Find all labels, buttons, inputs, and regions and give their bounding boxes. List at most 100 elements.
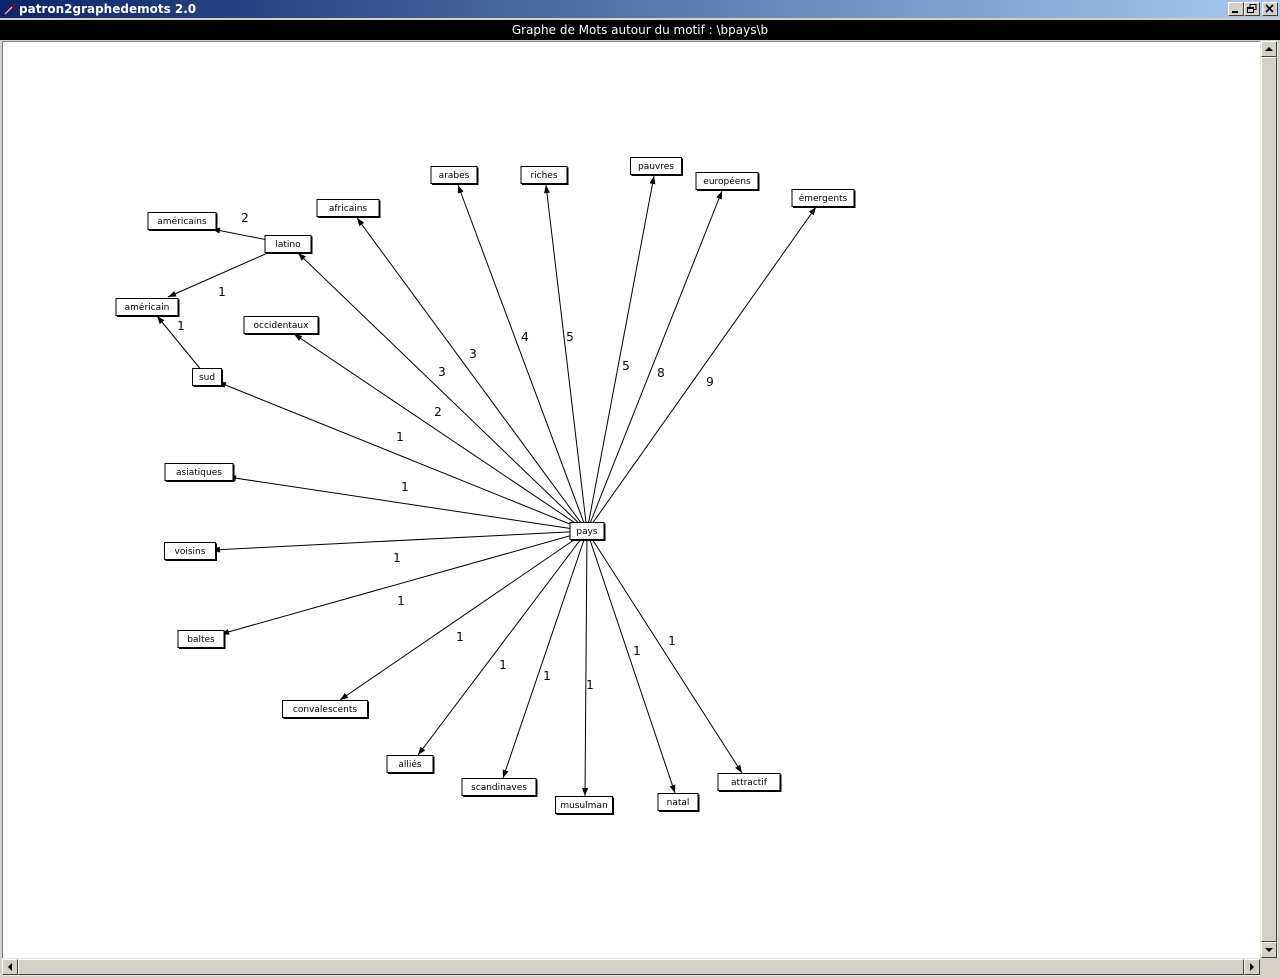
arrowhead-pays-musulman xyxy=(582,787,589,796)
edge-weight-label: 1 xyxy=(397,594,405,608)
arrow-up-icon xyxy=(1265,47,1273,51)
node-attractif[interactable]: attractif xyxy=(717,773,782,792)
node-label: baltes xyxy=(187,635,215,645)
arrowhead-pays-africains xyxy=(357,218,365,227)
node-convalescents[interactable]: convalescents xyxy=(282,700,369,719)
vertical-scrollbar[interactable] xyxy=(1260,41,1278,958)
node-label: natal xyxy=(667,798,690,808)
node-label: riches xyxy=(530,171,557,181)
edge-pays-musulman xyxy=(584,530,588,797)
arrowhead-pays-alliés xyxy=(418,746,426,755)
edge-weight-label: 2 xyxy=(434,405,442,419)
window-titlebar[interactable]: patron2graphedemots 2.0 xyxy=(0,0,1280,18)
edge-weight-label: 1 xyxy=(177,319,185,333)
edge-pays-occidentaux xyxy=(293,333,588,532)
close-button[interactable] xyxy=(1262,2,1278,16)
node-pauvres[interactable]: pauvres xyxy=(630,157,683,176)
edge-weight-label: 5 xyxy=(566,330,574,344)
node-riches[interactable]: riches xyxy=(520,166,569,185)
node-scandinaves[interactable]: scandinaves xyxy=(461,778,538,797)
edge-weight-label: 3 xyxy=(438,365,446,379)
word-graph[interactable]: 3 3 4 5 5 8 9 2 1 1 1 1 1 1 1 1 1 1 2 1 1 pays latino sud améric… xyxy=(3,42,1260,959)
scroll-left-button[interactable] xyxy=(2,959,18,975)
node-label: occidentaux xyxy=(254,321,310,331)
node-américains[interactable]: américains xyxy=(147,212,218,231)
node-label: scandinaves xyxy=(471,783,527,793)
edge-pays-scandinaves xyxy=(502,530,588,779)
horizontal-scroll-thumb[interactable] xyxy=(18,959,1244,975)
arrowhead-pays-scandinaves xyxy=(502,769,509,778)
node-latino[interactable]: latino xyxy=(264,235,313,254)
edge-weight-label: 1 xyxy=(668,634,676,648)
scroll-right-button[interactable] xyxy=(1244,959,1260,975)
edge-weight-label: 2 xyxy=(241,211,249,225)
node-asiatiques[interactable]: asiatiques xyxy=(164,463,235,482)
node-label: voisins xyxy=(175,547,206,557)
edge-pays-alliés xyxy=(417,530,588,756)
edge-weight-label: 1 xyxy=(586,678,594,692)
arrowhead-pays-européens xyxy=(716,191,722,200)
node-américain[interactable]: américain xyxy=(115,298,180,317)
node-alliés[interactable]: alliés xyxy=(386,755,435,774)
arrowhead-sud-américain xyxy=(157,316,165,325)
arrowhead-pays-émergents xyxy=(808,207,816,216)
node-label: attractif xyxy=(731,778,768,788)
window-title: patron2graphedemots 2.0 xyxy=(19,2,197,16)
horizontal-scrollbar[interactable] xyxy=(2,958,1260,976)
close-icon xyxy=(1265,4,1274,13)
edge-pays-pauvres xyxy=(586,175,655,532)
node-label: africains xyxy=(329,204,368,214)
node-africains[interactable]: africains xyxy=(316,199,381,218)
node-label: musulman xyxy=(560,801,607,811)
arrowhead-pays-pauvres xyxy=(649,176,656,185)
node-natal[interactable]: natal xyxy=(657,793,700,812)
node-label: alliés xyxy=(398,759,422,770)
edge-weight-label: 1 xyxy=(396,430,404,444)
arrowhead-pays-convalescents xyxy=(340,693,349,700)
arrow-right-icon xyxy=(1250,963,1254,971)
scrollbar-corner xyxy=(1260,958,1278,976)
edge-pays-latino xyxy=(297,252,588,532)
edge-pays-natal xyxy=(586,530,676,794)
scroll-down-button[interactable] xyxy=(1261,942,1277,958)
tk-feather-icon xyxy=(4,3,16,15)
minimize-icon xyxy=(1232,11,1238,13)
node-label: émergents xyxy=(799,193,848,204)
edge-weight-label: 1 xyxy=(543,669,551,683)
node-baltes[interactable]: baltes xyxy=(177,630,226,649)
graph-canvas[interactable]: 3 3 4 5 5 8 9 2 1 1 1 1 1 1 1 1 1 1 2 1 1 pays latino sud améric… xyxy=(2,41,1260,959)
edge-weight-label: 5 xyxy=(622,359,630,373)
edge-weight-label: 1 xyxy=(499,658,507,672)
node-émergents[interactable]: émergents xyxy=(791,189,856,208)
node-sud[interactable]: sud xyxy=(192,368,223,387)
node-label: américain xyxy=(125,302,170,313)
edge-weight-label: 1 xyxy=(218,285,226,299)
node-label: pays xyxy=(576,527,598,537)
arrow-left-icon xyxy=(8,963,12,971)
node-label: européens xyxy=(703,176,751,187)
node-occidentaux[interactable]: occidentaux xyxy=(243,316,320,335)
restore-button[interactable] xyxy=(1244,2,1260,16)
restore-icon xyxy=(1247,4,1257,13)
arrowhead-pays-attractif xyxy=(735,764,742,773)
arrowhead-pays-occidentaux xyxy=(294,334,303,341)
minimize-button[interactable] xyxy=(1228,2,1244,16)
node-label: latino xyxy=(275,240,301,250)
arrowhead-latino-américain xyxy=(168,291,177,297)
node-label: asiatiques xyxy=(176,468,222,478)
node-musulman[interactable]: musulman xyxy=(555,796,614,815)
vertical-scroll-thumb[interactable] xyxy=(1261,57,1277,942)
node-européens[interactable]: européens xyxy=(695,172,760,191)
edge-weight-label: 9 xyxy=(706,375,714,389)
edge-pays-arabes xyxy=(457,184,588,532)
node-arabes[interactable]: arabes xyxy=(430,166,479,185)
scroll-up-button[interactable] xyxy=(1261,41,1277,57)
node-pays[interactable]: pays xyxy=(569,522,606,541)
node-label: américains xyxy=(157,216,207,227)
node-voisins[interactable]: voisins xyxy=(164,542,217,561)
node-label: convalescents xyxy=(293,705,357,715)
edge-weight-label: 1 xyxy=(393,551,401,565)
arrowhead-pays-natal xyxy=(669,784,676,793)
edge-weight-label: 3 xyxy=(469,347,477,361)
node-label: arabes xyxy=(439,171,470,181)
